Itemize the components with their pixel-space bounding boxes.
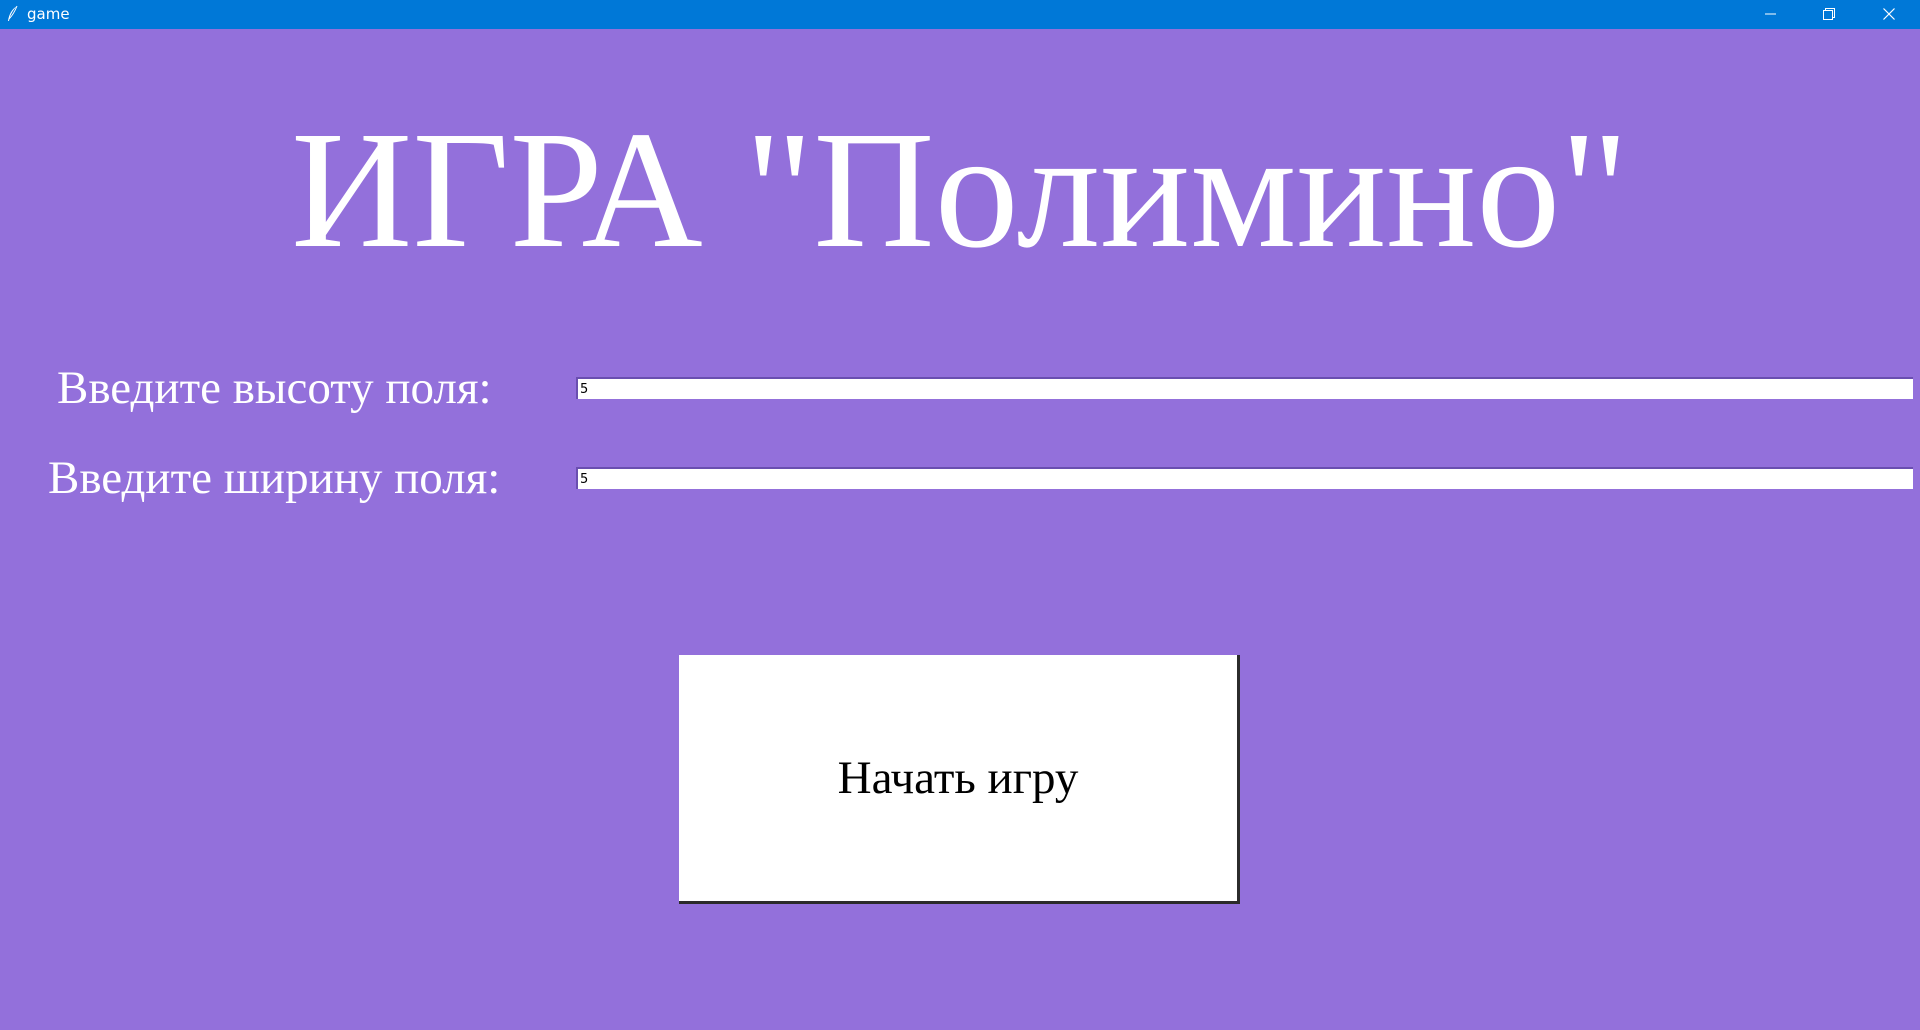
game-window: game ИГРА "Полимино" Введите высоту поля… [0, 0, 1920, 1030]
field-height-label: Введите высоту поля: [57, 362, 492, 414]
game-heading: ИГРА "Полимино" [291, 97, 1629, 283]
field-width-label: Введите ширину поля: [48, 452, 501, 504]
window-title: game [27, 5, 70, 23]
close-button[interactable] [1858, 0, 1920, 29]
minimize-icon [1765, 6, 1777, 24]
restore-icon [1823, 6, 1835, 24]
restore-button[interactable] [1800, 0, 1858, 29]
close-icon [1883, 6, 1895, 24]
feather-icon [6, 5, 20, 23]
start-game-button[interactable]: Начать игру [679, 655, 1240, 904]
field-height-input[interactable] [576, 377, 1913, 399]
title-bar: game [0, 0, 1920, 29]
field-width-input[interactable] [576, 467, 1913, 489]
minimize-button[interactable] [1742, 0, 1800, 29]
